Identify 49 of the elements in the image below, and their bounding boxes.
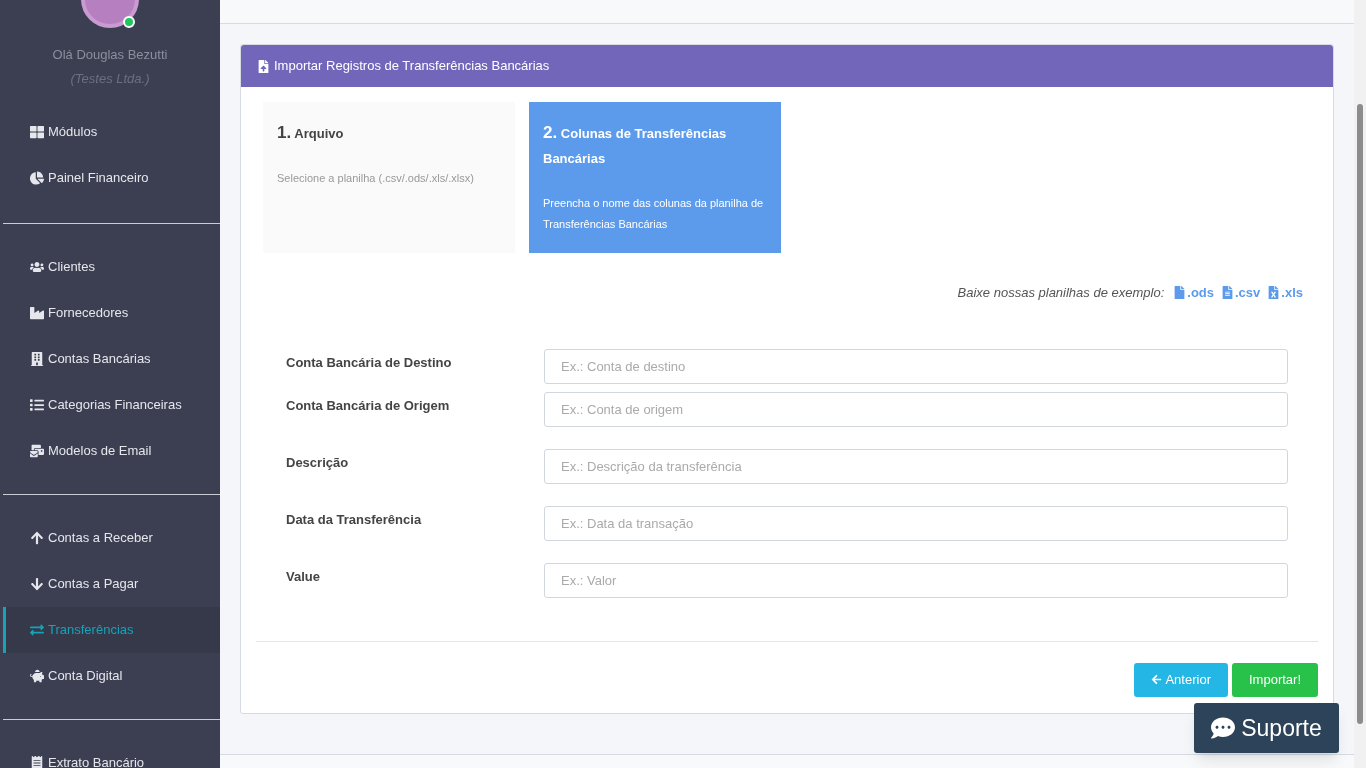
sidebar-item[interactable]: Módulos [0, 109, 220, 155]
sidebar-item[interactable]: Categorias Financeiras [3, 382, 220, 428]
upload-icon [257, 59, 270, 73]
wizard-step[interactable]: 1. Arquivo Selecione a planilha (.csv/.ods/.xls/.xlsx) [263, 102, 515, 253]
field-label: Value [286, 567, 321, 586]
sidebar-item[interactable]: Contas a Receber [3, 515, 220, 561]
sidebar-item[interactable]: Contas Bancárias [3, 336, 220, 382]
arrow-down-icon [30, 577, 44, 591]
step-title: 1. Arquivo [277, 122, 345, 144]
user-greeting: Olá Douglas Bezutti [52, 46, 168, 64]
input-field[interactable]: Ex.: Descrição da transferência [544, 448, 1288, 484]
spreadsheet-icon [1268, 286, 1280, 300]
sidebar-item[interactable]: Transferências [3, 607, 220, 653]
grid-icon [30, 125, 44, 139]
step-description: Selecione a planilha (.csv/.ods/.xls/.xlsx) [277, 171, 475, 186]
sidebar-item[interactable]: Conta Digital [3, 653, 220, 699]
arrow-up-icon [30, 531, 44, 545]
users-icon [30, 260, 44, 274]
piggy-bank-icon [30, 669, 44, 683]
field-label: Conta Bancária de Origem [286, 396, 451, 415]
factory-icon [30, 306, 44, 320]
sidebar-item[interactable]: Extrato Bancário [3, 740, 220, 768]
mail-icon [30, 444, 44, 458]
input-field[interactable]: Ex.: Valor [544, 562, 1288, 598]
building-icon [30, 352, 44, 366]
file-icon [1174, 286, 1186, 300]
sidebar-item[interactable]: Painel Financeiro [0, 155, 220, 201]
arrow-left-icon [1151, 674, 1163, 685]
field-label: Data da Transferência [286, 510, 423, 529]
input-field[interactable]: Ex.: Conta de destino [544, 348, 1288, 384]
step-description: Preencha o nome das colunas da planilha de Transferências Bancárias [543, 196, 765, 232]
sidebar-item[interactable]: Clientes [3, 244, 220, 290]
list-icon [30, 398, 44, 412]
sidebar-item[interactable]: Fornecedores [3, 290, 220, 336]
receipt-icon [30, 756, 44, 768]
sidebar-item[interactable]: Modelos de Email [3, 428, 220, 474]
field-label: Descrição [286, 453, 350, 472]
document-icon [1222, 286, 1233, 300]
exchange-icon [30, 623, 44, 637]
input-field[interactable]: Ex.: Conta de origem [544, 391, 1288, 427]
step-title: 2. Colunas de Transferências Bancárias [543, 122, 728, 168]
download-examples-label: Baixe nossas planilhas de exemplo: [957, 284, 1165, 302]
sidebar-item[interactable]: Contas a Pagar [3, 561, 220, 607]
chat-bubble-icon [1211, 716, 1236, 740]
field-label: Conta Bancária de Destino [286, 353, 453, 372]
pie-chart-icon [30, 171, 44, 185]
input-field[interactable]: Ex.: Data da transação [544, 505, 1288, 541]
card-title: Importar Registros de Transferências Bancárias [274, 57, 550, 76]
support-button[interactable]: Suporte [1194, 703, 1339, 753]
